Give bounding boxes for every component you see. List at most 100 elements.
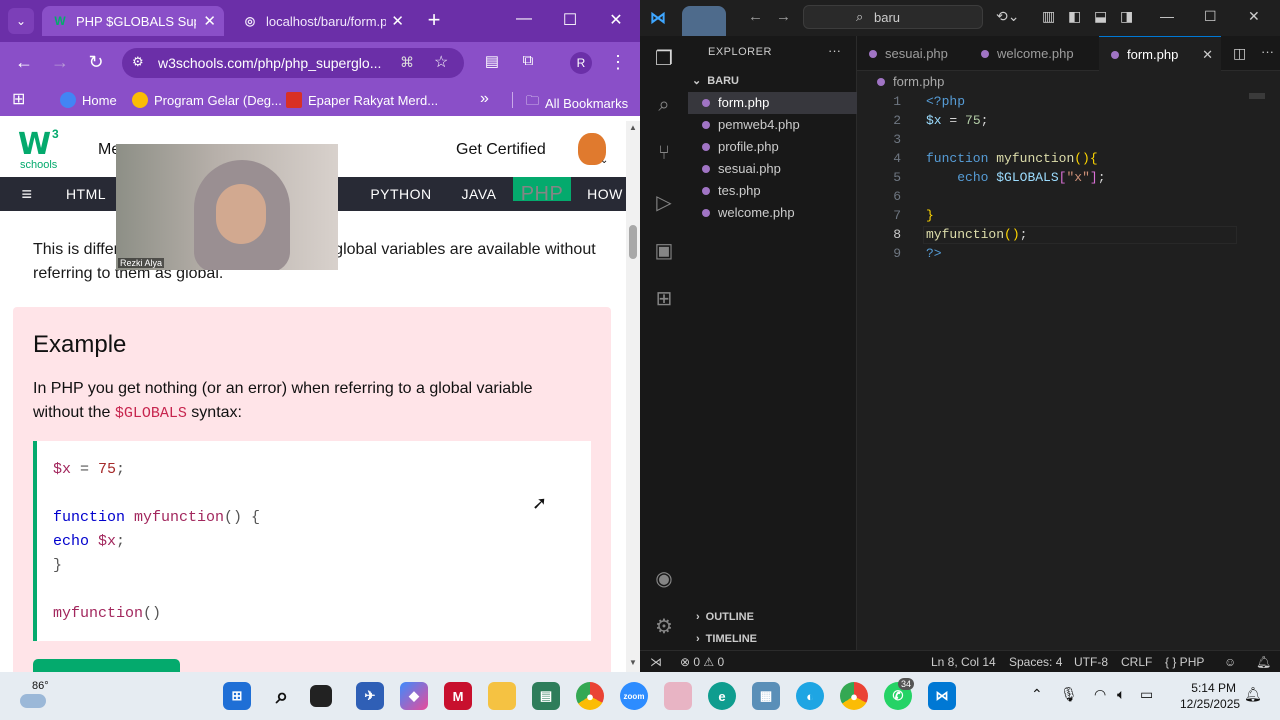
extensions-icon[interactable]: ⧉ (516, 52, 540, 69)
show-hidden-icons[interactable]: ⌃ (1031, 686, 1043, 703)
outline-section[interactable]: › OUTLINE (696, 611, 754, 623)
remote-icon[interactable]: ⋊ (650, 655, 662, 669)
zoom-icon[interactable]: zoom (620, 682, 648, 710)
scroll-up-icon[interactable]: ▲ (629, 123, 637, 132)
copilot-icon[interactable]: ◆ (400, 682, 428, 710)
forward-icon[interactable]: → (48, 52, 72, 73)
browser-tab-active[interactable]: W PHP $GLOBALS Superg ✕ (42, 6, 224, 36)
minimize-icon[interactable]: — (1160, 8, 1174, 24)
search-icon[interactable]: ⌕ (652, 94, 676, 118)
problems-indicator[interactable]: ⊗ 0 ⚠ 0 (680, 655, 724, 669)
file-sesuai-php[interactable]: sesuai.php (688, 158, 857, 180)
weather-temp[interactable]: 86° (32, 680, 49, 692)
nav-java[interactable]: JAVA (452, 177, 506, 211)
close-tab-icon[interactable]: ✕ (1202, 37, 1213, 72)
line-ending[interactable]: CRLF (1121, 655, 1152, 669)
webcam-overlay[interactable]: Rezki Alya (116, 144, 338, 270)
breadcrumb[interactable]: form.php (877, 74, 944, 89)
mcafee-icon[interactable]: M (444, 682, 472, 710)
vscode-taskbar-icon[interactable]: ⋈ (928, 682, 956, 710)
settings-gear-icon[interactable]: ⚙ (652, 614, 676, 638)
copilot-icon[interactable]: ⟲⌄ (996, 8, 1019, 25)
encoding[interactable]: UTF-8 (1074, 655, 1108, 669)
tab-sesuai-php[interactable]: sesuai.php (857, 36, 957, 71)
nav-back-icon[interactable]: ← (748, 8, 763, 25)
start-windows-icon[interactable]: ⊞ (223, 682, 251, 710)
volume-icon[interactable]: 🔈︎ (1117, 686, 1125, 703)
browser-tab[interactable]: ◎ localhost/baru/form.p ✕ (232, 6, 412, 36)
file-explorer-icon[interactable] (488, 682, 516, 710)
bookmark-home[interactable]: Home (60, 92, 117, 108)
back-icon[interactable]: ← (12, 52, 36, 73)
cursor-position[interactable]: Ln 8, Col 14 (931, 655, 996, 669)
minimap[interactable] (1249, 93, 1265, 99)
weather-cloud-icon[interactable] (20, 694, 46, 708)
layout-icon[interactable]: ▥ (1042, 8, 1055, 25)
app-icon-3[interactable]: ▦ (752, 682, 780, 710)
nav-how[interactable]: HOW (580, 177, 626, 211)
folder-header[interactable]: ⌄ BARU (692, 74, 739, 87)
all-bookmarks-button[interactable]: 🗀 All Bookmarks (526, 92, 628, 114)
file-profile-php[interactable]: profile.php (688, 136, 857, 158)
chrome-profile-icon[interactable]: ● (840, 682, 868, 710)
tab-form-php[interactable]: form.php ✕ (1099, 36, 1221, 71)
split-editor-icon[interactable]: ◫ (1233, 45, 1246, 62)
tab-welcome-php[interactable]: welcome.php (969, 36, 1099, 71)
hamburger-icon[interactable]: ≡ (14, 177, 40, 211)
document-icon[interactable]: ▤ (480, 52, 504, 70)
toggle-panel-icon[interactable]: ⬓ (1094, 8, 1107, 25)
more-actions-icon[interactable]: ··· (828, 43, 841, 58)
translate-icon[interactable]: ⌘ (400, 54, 414, 71)
scroll-down-icon[interactable]: ▼ (629, 658, 637, 667)
code-editor[interactable]: form.php 1 2 3 4 5 6 7 8 9 <?php $x = 75; functi… (857, 71, 1280, 650)
file-tes-php[interactable]: tes.php (688, 180, 857, 202)
battery-icon[interactable]: ▭ (1140, 686, 1153, 703)
more-actions-icon[interactable]: ··· (1261, 44, 1274, 59)
try-it-button[interactable] (33, 659, 180, 672)
page-scrollbar[interactable]: ▲ ▼ (626, 121, 640, 672)
copilot-status-icon[interactable]: ☺ (1224, 655, 1236, 669)
toggle-secondary-icon[interactable]: ◨ (1120, 8, 1133, 25)
files-icon[interactable]: ❐ (652, 46, 676, 70)
indentation[interactable]: Spaces: 4 (1009, 655, 1062, 669)
reload-icon[interactable]: ↻ (84, 52, 108, 73)
site-info-icon[interactable]: ⚙ (132, 54, 144, 70)
chevron-down-icon[interactable]: ⌄ (600, 155, 608, 166)
file-welcome-php[interactable]: welcome.php (688, 202, 857, 224)
anime-app-icon[interactable] (664, 682, 692, 710)
app-icon-1[interactable]: ✈ (356, 682, 384, 710)
bookmark-program-gelar[interactable]: Program Gelar (Deg... (132, 92, 282, 108)
nav-html[interactable]: HTML (54, 177, 118, 211)
bookmark-star-icon[interactable]: ☆ (434, 52, 448, 72)
omnibox[interactable]: ⚙ w3schools.com/php/php_superglo... ⌘ ☆ (122, 48, 464, 78)
close-window-icon[interactable]: ✕ (604, 10, 628, 30)
tab-search-button[interactable]: ⌄ (8, 8, 34, 34)
maximize-icon[interactable]: ☐ (558, 10, 582, 30)
toggle-sidebar-icon[interactable]: ◧ (1068, 8, 1081, 25)
w3schools-logo[interactable]: W 3 schools (18, 127, 62, 171)
apps-grid-icon[interactable]: ⊞ (12, 89, 25, 109)
close-window-icon[interactable]: ✕ (1248, 8, 1260, 25)
app-icon-2[interactable]: ▤ (532, 682, 560, 710)
run-debug-icon[interactable]: ▷ (652, 190, 676, 214)
profile-avatar[interactable]: R (570, 52, 592, 74)
more-bookmarks-icon[interactable]: » (480, 90, 489, 108)
account-icon[interactable]: ◉ (652, 566, 676, 590)
edge-icon[interactable]: e (708, 682, 736, 710)
minimize-icon[interactable]: — (512, 10, 536, 28)
close-tab-icon[interactable]: ✕ (391, 12, 404, 30)
new-tab-button[interactable]: + (422, 7, 446, 33)
task-view-icon[interactable] (310, 685, 332, 707)
language-mode[interactable]: { } PHP (1165, 655, 1204, 669)
file-pemweb4-php[interactable]: pemweb4.php (688, 114, 857, 136)
notification-icon[interactable]: 🔔︎ (1244, 686, 1262, 703)
file-form-php[interactable]: form.php (688, 92, 857, 114)
close-tab-icon[interactable]: ✕ (203, 12, 216, 30)
bookmark-epaper[interactable]: Epaper Rakyat Merd... (286, 92, 438, 108)
command-center-search[interactable]: ⌕ baru (803, 5, 983, 29)
notifications-bell-icon[interactable]: 🔔︎ (1256, 655, 1271, 669)
remote-explorer-icon[interactable]: ▣ (652, 238, 676, 262)
wifi-icon[interactable]: ◠ (1094, 686, 1106, 703)
app-icon-4[interactable]: ◐ (796, 682, 824, 710)
get-certified-link[interactable]: Get Certified (456, 141, 546, 159)
